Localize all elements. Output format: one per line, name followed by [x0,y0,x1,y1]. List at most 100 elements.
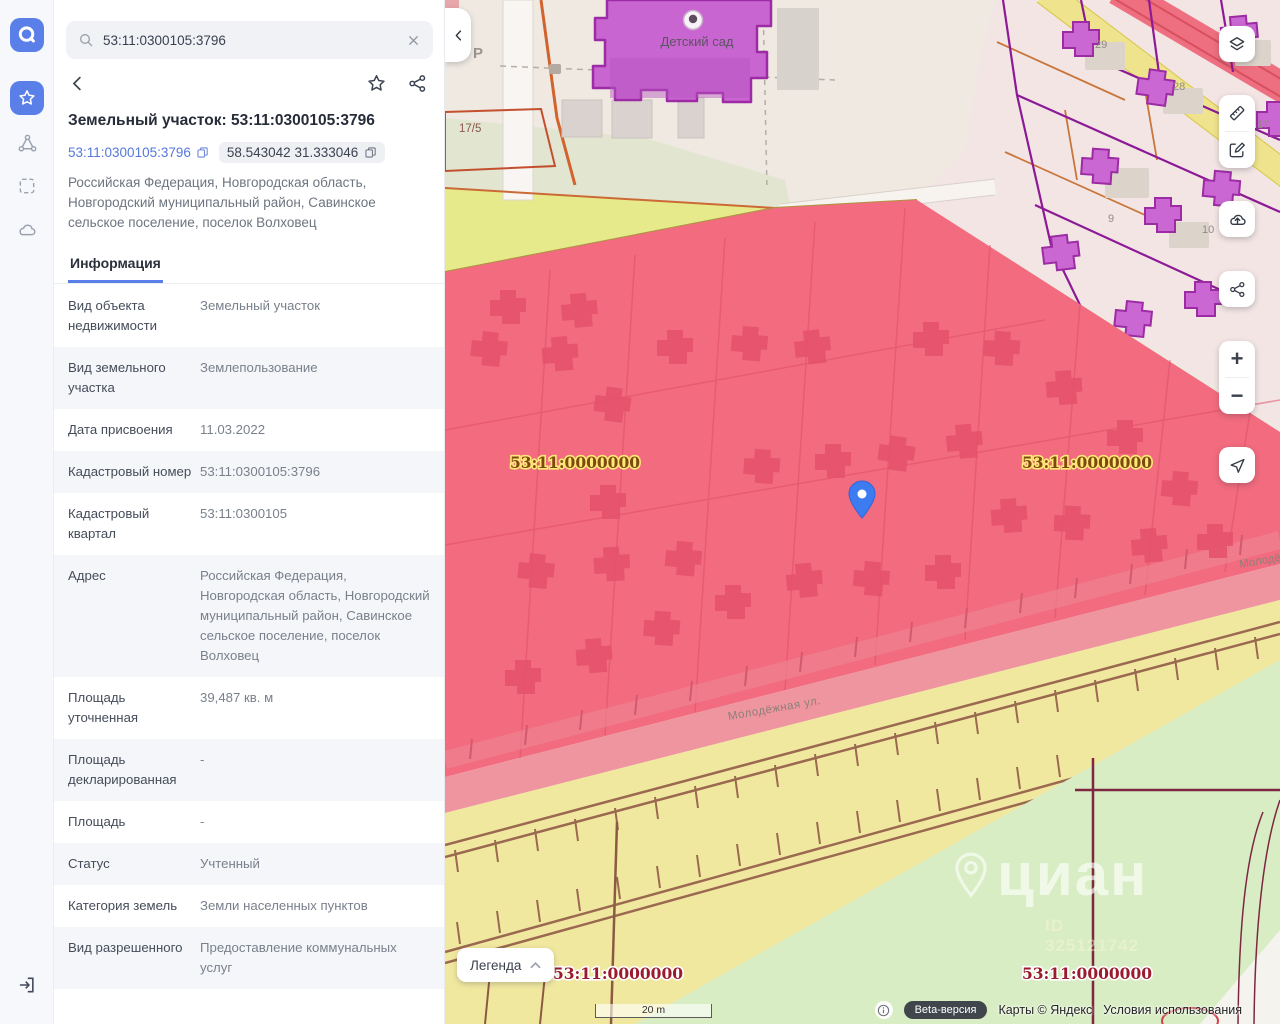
cadastral-quarter-label: 53:11:0000000 [1022,453,1152,472]
app-logo-icon [18,26,35,43]
object-info-panel: 53:11:0300105:3796 Земельный участок: 53… [54,0,445,1024]
navigation-icon [1229,458,1245,473]
clear-search-icon[interactable] [406,33,421,48]
back-button[interactable] [68,74,87,93]
row-label: Категория земель [68,898,178,913]
sidebar-item-favorites[interactable] [10,81,44,115]
sign-in-icon [19,977,34,993]
table-row: Дата присвоения 11.03.2022 [54,409,444,451]
upload-button[interactable] [1219,201,1255,237]
legend-label: Легенда [470,957,522,973]
info-table: Вид объекта недвижимости Земельный участо… [54,285,444,989]
terms-link[interactable]: Условия использования [1103,1003,1242,1017]
favorite-button[interactable] [366,73,387,94]
copy-icon[interactable] [196,146,209,159]
cadastral-quarter-label: 53:11:0000000 [1022,964,1152,983]
tab-bar: Информация [54,247,444,284]
graph-icon [18,134,36,152]
locate-control [1219,447,1255,483]
object-address: Российская Федерация, Новгородская облас… [68,175,376,230]
house-number: 17 [1257,119,1269,131]
row-value: Учтенный [200,856,260,871]
table-row: Вид земельного участка Землепользование [54,347,444,409]
coordinates-value: 58.543042 31.333046 [226,145,359,160]
table-row: Кадастровый квартал 53:11:0300105 [54,493,444,555]
row-value: - [200,752,205,767]
layers-button[interactable] [1219,26,1255,62]
zoom-out-button[interactable]: − [1219,378,1255,414]
kindergarten-label: Детский сад [660,34,733,49]
house-number: 28 [1173,81,1185,93]
cadastral-number-link[interactable]: 53:11:0300105:3796 [68,145,191,160]
share-icon [1229,281,1244,297]
share-button[interactable] [407,73,428,94]
row-value: Земельный участок [200,298,321,313]
search-bar[interactable]: 53:11:0300105:3796 [66,21,433,59]
cloud-icon [19,224,36,236]
row-value: 53:11:0300105 [200,506,288,521]
row-value: Земли населенных пунктов [200,898,368,913]
chevron-left-icon [455,29,461,41]
row-label: Адрес [68,568,106,583]
tab-information[interactable]: Информация [68,247,163,283]
house-number: 29 [1095,39,1107,51]
layers-icon [1229,37,1245,51]
row-label: Дата присвоения [68,422,173,437]
table-row: Площадь уточненная 39,487 кв. м [54,677,444,739]
house-number: 10 [1202,224,1214,236]
object-header-row [68,73,428,94]
info-button[interactable] [874,1001,893,1019]
copy-icon[interactable] [364,146,377,159]
map-copyright-link[interactable]: Карты © Яндекс [998,1003,1092,1017]
measure-button[interactable] [1219,95,1255,131]
sign-in-button[interactable] [10,968,44,1002]
share-icon [409,75,426,92]
star-icon [19,90,35,105]
zoom-in-button[interactable]: + [1219,341,1255,377]
chevron-up-icon [530,961,541,969]
sidebar-item-select-area[interactable] [10,169,44,203]
coordinates-chip[interactable]: 58.543042 31.333046 [218,142,386,163]
cadastral-quarter-label: 53:11:0000000 [553,964,683,983]
legend-button[interactable]: Легенда [457,948,555,982]
row-label: Статус [68,856,110,871]
cadastral-number-chip[interactable]: 53:11:0300105:3796 [68,145,209,160]
table-row: Площадь - [54,801,444,843]
app-logo[interactable] [10,18,44,52]
table-row: Вид объекта недвижимости Земельный участо… [54,285,444,347]
row-label: Вид разрешенного [68,940,183,955]
ruler-icon [1229,105,1245,121]
map-canvas[interactable]: P 17/5 Детский сад 29 28 9 10 17 53:11:0… [445,0,1280,1024]
row-label: Площадь уточненная [68,690,139,725]
table-row: Адрес Российская Федерация, Новгородская … [54,555,444,677]
zoom-in-label: + [1230,346,1244,371]
cloud-upload-icon [1229,214,1246,225]
row-value: 53:11:0300105:3796 [200,464,321,479]
map-share-button[interactable] [1219,271,1255,307]
map-attribution: Beta-версия Карты © Яндекс Условия испол… [874,1001,1242,1019]
sidebar-item-layers-graph[interactable] [10,126,44,160]
scale-bar: 20 m [595,1004,712,1018]
info-icon [877,1004,890,1016]
row-value: 39,487 кв. м [200,690,274,705]
sidebar-item-cloud[interactable] [10,213,44,247]
draw-button[interactable] [1219,132,1255,168]
row-value: - [200,814,205,829]
row-label: Площадь [68,814,126,829]
upload-control [1219,201,1255,237]
locate-button[interactable] [1219,447,1255,483]
search-icon [80,34,93,47]
beta-badge: Beta-версия [903,1001,988,1019]
collapse-panel-button[interactable] [445,8,471,62]
measure-edit-control [1219,95,1255,168]
page-title: Земельный участок: 53:11:0300105:3796 [68,112,375,129]
layers-control [1219,26,1255,62]
parcel-17-5-label: 17/5 [459,123,481,135]
row-value: Российская Федерация, Новгородская облас… [200,568,430,663]
map-container: P 17/5 Детский сад 29 28 9 10 17 53:11:0… [445,0,1280,1024]
row-label: Вид объекта недвижимости [68,298,157,333]
object-chips: 53:11:0300105:3796 58.543042 31.333046 [68,142,428,163]
row-value: Предоставление коммунальных услуг [200,940,397,975]
cadastral-quarter-label: 53:11:0000000 [510,453,640,472]
search-input[interactable]: 53:11:0300105:3796 [103,33,397,48]
